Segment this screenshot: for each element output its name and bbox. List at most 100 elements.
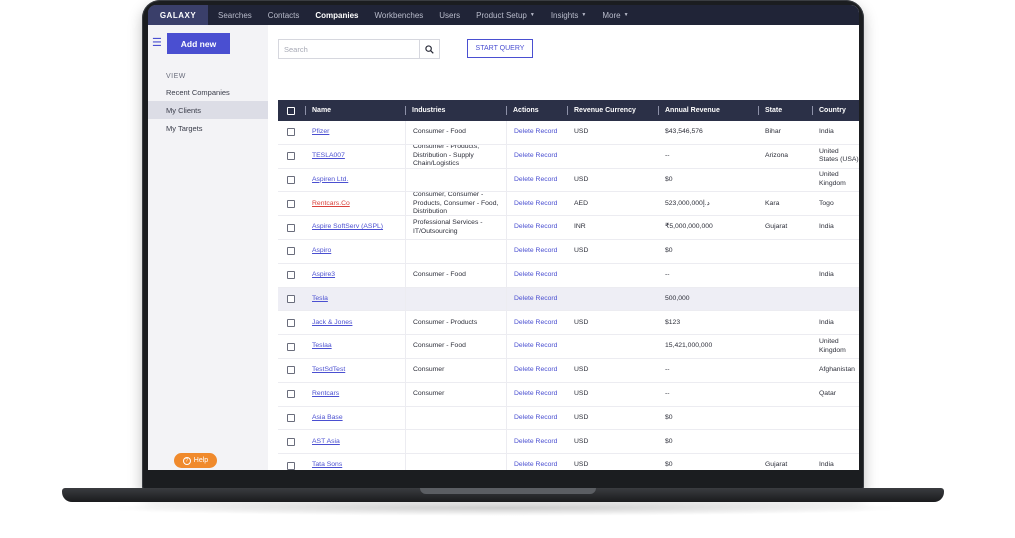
search-button[interactable] (419, 40, 439, 58)
nav-item-contacts[interactable]: Contacts (260, 11, 308, 20)
delete-record-link[interactable]: Delete Record (514, 390, 557, 399)
header-actions[interactable]: Actions (506, 100, 567, 121)
row-checkbox[interactable] (287, 223, 295, 232)
nav-item-users[interactable]: Users (431, 11, 468, 20)
nav-item-label: Searches (218, 10, 252, 20)
table-row: TestSdTest Consumer Delete Record USD -- Afgh… (278, 358, 859, 383)
name-cell: Rentcars (305, 383, 405, 406)
revenue-currency-cell: USD (574, 366, 589, 374)
table-body: Pfizer Consumer - Food Delete Record USD $43… (278, 121, 859, 470)
row-checkbox[interactable] (287, 461, 295, 470)
company-name-link[interactable]: TESLA007 (312, 152, 345, 161)
nav-item-label: Product Setup (476, 10, 527, 20)
industries-cell: Consumer (405, 358, 506, 382)
row-checkbox[interactable] (287, 413, 295, 422)
name-cell: AST Asia (305, 430, 405, 453)
country-cell: India (819, 223, 834, 231)
sidebar-item-recent-companies[interactable]: Recent Companies (148, 83, 268, 101)
select-all-checkbox[interactable] (287, 106, 295, 115)
header-revenue-currency[interactable]: Revenue Currency (567, 100, 658, 121)
delete-record-link[interactable]: Delete Record (514, 200, 557, 209)
row-checkbox[interactable] (287, 199, 295, 208)
state-cell: Arizona (765, 151, 789, 159)
nav-item-searches[interactable]: Searches (210, 11, 260, 20)
delete-record-link[interactable]: Delete Record (514, 271, 557, 280)
header-state[interactable]: State (758, 100, 812, 121)
state-cell (758, 264, 812, 287)
header-industries[interactable]: Industries (405, 100, 506, 121)
delete-record-link[interactable]: Delete Record (514, 461, 557, 470)
start-query-button[interactable]: START QUERY (467, 39, 533, 58)
search-icon (425, 44, 434, 54)
header-country[interactable]: Country (812, 100, 859, 121)
table-row: Aspire SoftServ (ASPL) Professional Servi… (278, 216, 859, 240)
actions-cell: Delete Record (506, 168, 567, 192)
row-checkbox[interactable] (287, 128, 295, 137)
state-cell (758, 430, 812, 453)
row-checkbox[interactable] (287, 294, 295, 303)
company-name-link[interactable]: Rentcars.Co (312, 200, 350, 209)
company-name-link[interactable]: Aspiro (312, 247, 331, 256)
delete-record-link[interactable]: Delete Record (514, 438, 557, 447)
delete-record-link[interactable]: Delete Record (514, 295, 557, 304)
row-checkbox[interactable] (287, 390, 295, 399)
delete-record-link[interactable]: Delete Record (514, 223, 557, 232)
company-name-link[interactable]: Asia Base (312, 414, 343, 423)
search-input[interactable] (279, 40, 420, 58)
help-button[interactable]: ? Help (174, 453, 217, 468)
company-name-link[interactable]: TestSdTest (312, 366, 345, 375)
company-name-link[interactable]: Teslaa (312, 342, 332, 351)
company-name-link[interactable]: Aspire3 (312, 271, 335, 280)
header-annual-revenue[interactable]: Annual Revenue (658, 100, 758, 121)
annual-revenue-cell: 523,000,000د.إ (665, 199, 710, 207)
table-row: Tesla Delete Record 500,000 (278, 287, 859, 312)
row-checkbox[interactable] (287, 318, 295, 327)
nav-item-product-setup[interactable]: Product Setup ▼ (468, 11, 543, 20)
delete-record-link[interactable]: Delete Record (514, 247, 557, 256)
nav-items: Searches Contacts Companies Workbenches User… (208, 5, 637, 25)
nav-item-workbenches[interactable]: Workbenches (367, 11, 432, 20)
country-cell (812, 240, 859, 263)
row-checkbox[interactable] (287, 271, 295, 280)
nav-item-companies[interactable]: Companies (307, 11, 366, 20)
logo[interactable]: GALAXY (148, 5, 208, 25)
row-checkbox[interactable] (287, 366, 295, 375)
annual-revenue-cell: ₹5,000,000,000 (665, 223, 713, 231)
company-name-link[interactable]: Tesla (312, 295, 328, 304)
company-name-link[interactable]: Aspiren Ltd. (312, 176, 348, 185)
annual-revenue-cell: 500,000 (665, 294, 690, 302)
sidebar-item-my-targets[interactable]: My Targets (148, 119, 268, 137)
country-cell: Qatar (819, 389, 836, 397)
sidebar-item-my-clients[interactable]: My Clients (148, 101, 268, 119)
delete-record-link[interactable]: Delete Record (514, 319, 557, 328)
nav-item-more[interactable]: More ▼ (594, 11, 636, 20)
header-name[interactable]: Name (305, 100, 405, 121)
delete-record-link[interactable]: Delete Record (514, 152, 557, 161)
row-checkbox[interactable] (287, 247, 295, 256)
name-cell: Tesla (305, 288, 405, 311)
delete-record-link[interactable]: Delete Record (514, 366, 557, 375)
row-select-cell (278, 240, 305, 263)
name-cell: Aspiro (305, 240, 405, 263)
hamburger-menu-icon[interactable]: ☰ (152, 38, 162, 49)
laptop-notch (420, 488, 596, 494)
row-checkbox[interactable] (287, 437, 295, 446)
add-new-button[interactable]: Add new (167, 33, 230, 54)
delete-record-link[interactable]: Delete Record (514, 414, 557, 423)
nav-item-insights[interactable]: Insights ▼ (543, 11, 595, 20)
row-checkbox[interactable] (287, 152, 295, 161)
delete-record-link[interactable]: Delete Record (514, 128, 557, 137)
company-name-link[interactable]: Aspire SoftServ (ASPL) (312, 223, 383, 232)
company-name-link[interactable]: AST Asia (312, 438, 340, 447)
name-cell: Tata Sons (305, 454, 405, 470)
company-name-link[interactable]: Pfizer (312, 128, 329, 137)
company-name-link[interactable]: Rentcars (312, 390, 339, 399)
delete-record-link[interactable]: Delete Record (514, 342, 557, 351)
name-cell: Asia Base (305, 407, 405, 430)
company-name-link[interactable]: Tata Sons (312, 461, 342, 470)
nav-item-label: Companies (315, 10, 359, 20)
company-name-link[interactable]: Jack & Jones (312, 319, 352, 328)
row-checkbox[interactable] (287, 175, 295, 184)
row-checkbox[interactable] (287, 342, 295, 351)
delete-record-link[interactable]: Delete Record (514, 176, 557, 185)
